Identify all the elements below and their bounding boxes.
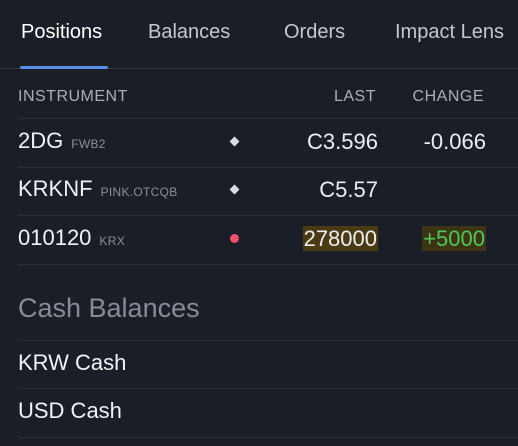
red-dot-icon — [228, 232, 240, 244]
diamond-icon — [228, 135, 240, 147]
column-header-instrument[interactable]: INSTRUMENT — [18, 88, 128, 106]
tab-positions[interactable]: Positions — [21, 0, 102, 68]
table-row[interactable]: 2DG FWB2 C3.596 -0.066 — [18, 118, 518, 168]
instrument-symbol: 2DG — [18, 128, 64, 153]
price-change: +5000 — [422, 226, 486, 251]
list-item-krw-cash[interactable]: KRW Cash — [18, 340, 518, 388]
instrument-exchange: KRX — [99, 234, 125, 248]
instrument-cell: 010120 KRX — [18, 225, 125, 251]
instrument-symbol: 010120 — [18, 225, 92, 250]
instrument-symbol: KRKNF — [18, 176, 93, 201]
column-header-last[interactable]: LAST — [334, 88, 376, 106]
tab-bar: Positions Balances Orders Impact Lens — [0, 0, 518, 69]
price-change: -0.066 — [423, 129, 486, 154]
instrument-exchange: FWB2 — [71, 137, 106, 151]
last-price-cell: 278000 — [302, 226, 378, 252]
tab-balances[interactable]: Balances — [148, 0, 230, 68]
tab-impact-lens[interactable]: Impact Lens — [395, 0, 504, 68]
column-header-change[interactable]: CHANGE — [413, 88, 484, 106]
instrument-cell: 2DG FWB2 — [18, 128, 106, 154]
instrument-exchange: PINK.OTCQB — [100, 185, 178, 199]
price-change-cell: +5000 — [422, 226, 486, 252]
diamond-icon — [228, 183, 240, 195]
cash-balances-title: Cash Balances — [18, 293, 200, 323]
last-price: C3.596 — [307, 129, 378, 154]
cash-label: USD Cash — [18, 398, 122, 423]
cash-label: KRW Cash — [18, 350, 127, 375]
instrument-cell: KRKNF PINK.OTCQB — [18, 176, 178, 202]
last-price: C5.57 — [319, 177, 378, 202]
active-tab-indicator — [20, 66, 108, 69]
table-row[interactable]: 010120 KRX 278000 +5000 — [18, 216, 518, 265]
last-price: 278000 — [302, 226, 378, 251]
tab-orders[interactable]: Orders — [284, 0, 345, 68]
table-row[interactable]: KRKNF PINK.OTCQB C5.57 — [18, 167, 518, 216]
list-item-usd-cash[interactable]: USD Cash — [18, 388, 518, 438]
